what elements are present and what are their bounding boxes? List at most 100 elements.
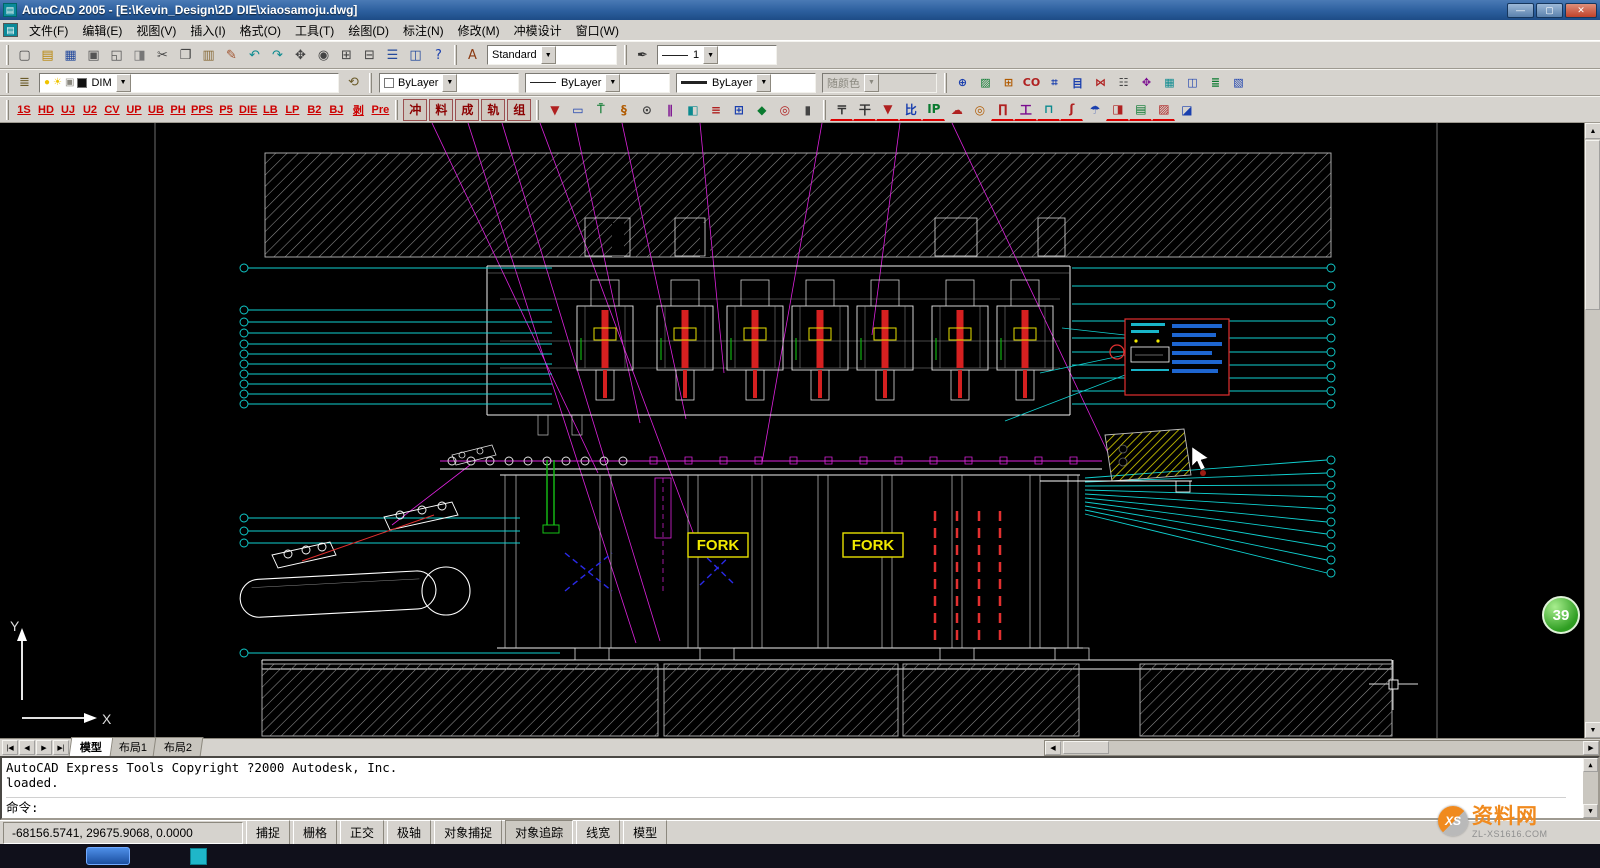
scroll-up-button[interactable]: ▲ — [1583, 758, 1598, 772]
menu-item[interactable]: 文件(F) — [22, 19, 75, 42]
toolbar-grip[interactable] — [6, 100, 9, 120]
die-pilot-icon[interactable]: ◎ — [773, 99, 796, 121]
balloon-icon[interactable]: ◎ — [968, 99, 991, 121]
die-tool-button[interactable]: 剥 — [347, 99, 369, 121]
prev-tab-button[interactable]: ◀ — [19, 740, 35, 755]
conveyor-part[interactable] — [239, 502, 470, 618]
close-button[interactable]: ✕ — [1565, 3, 1597, 18]
die-tool-button[interactable]: 组 — [507, 99, 531, 121]
save-icon[interactable]: ▦ — [59, 44, 82, 66]
status-toggle[interactable]: 对象捕捉 — [434, 820, 502, 845]
lineweight-combo[interactable]: 1 ▼ — [657, 45, 777, 65]
hatch-view-icon[interactable]: ▨ — [1152, 99, 1175, 121]
die-pin-icon[interactable]: ⍑ — [589, 99, 612, 121]
floating-badge[interactable]: 39 — [1542, 596, 1580, 634]
lifter-icon[interactable]: ⊓ — [1037, 99, 1060, 121]
status-toggle[interactable]: 模型 — [623, 820, 667, 845]
die-stop-icon[interactable]: ▮ — [796, 99, 819, 121]
toolbar-grip[interactable] — [536, 100, 539, 120]
layout-tab[interactable]: 布局1 — [108, 737, 159, 756]
toolbar-grip[interactable] — [944, 73, 947, 93]
layer-on-bulb-icon[interactable]: ● — [44, 77, 50, 88]
ip-tool-icon[interactable]: IP — [922, 99, 945, 121]
status-toggle[interactable]: 正交 — [340, 820, 384, 845]
zoom-previous-icon[interactable]: ⊟ — [358, 44, 381, 66]
menu-item[interactable]: 插入(I) — [183, 19, 232, 42]
spring-pin-icon[interactable]: ʃ — [1060, 99, 1083, 121]
chevron-down-icon[interactable]: ▼ — [541, 46, 556, 64]
layer-thaw-sun-icon[interactable]: ☀ — [53, 77, 62, 88]
chevron-down-icon[interactable]: ▼ — [756, 74, 771, 92]
die-tool-button[interactable]: 1S — [13, 99, 35, 121]
chevron-down-icon[interactable]: ▼ — [605, 74, 620, 92]
array-tool-icon[interactable]: ☷ — [1112, 72, 1135, 94]
scroll-right-button[interactable]: ▶ — [1583, 741, 1599, 755]
die-tool-button[interactable]: UJ — [57, 99, 79, 121]
die-part-icon[interactable]: ◆ — [750, 99, 773, 121]
shed-icon[interactable]: ☂ — [1083, 99, 1106, 121]
menu-item[interactable]: 标注(N) — [396, 19, 451, 42]
menu-item[interactable]: 工具(T) — [288, 19, 341, 42]
menu-item[interactable]: 修改(M) — [451, 19, 507, 42]
die-tool-button[interactable]: LP — [281, 99, 303, 121]
make-block-icon[interactable]: ⊕ — [951, 72, 974, 94]
die-punch-icon[interactable]: ▼ — [543, 99, 566, 121]
drawing-area[interactable]: FORK FORK — [0, 123, 1600, 738]
die-tool-button[interactable]: PPS — [189, 99, 215, 121]
toolbar-grip[interactable] — [823, 100, 826, 120]
chevron-down-icon[interactable]: ▼ — [116, 74, 131, 92]
die-tool-button[interactable]: DIE — [237, 99, 259, 121]
status-toggle[interactable]: 极轴 — [387, 820, 431, 845]
section-view-icon[interactable]: ◪ — [1175, 99, 1198, 121]
text-tool-icon[interactable]: 目 — [1066, 72, 1089, 94]
die-insert-icon[interactable]: ◧ — [681, 99, 704, 121]
scroll-down-button[interactable]: ▼ — [1583, 804, 1598, 818]
layer-combo[interactable]: ●☀▣ DIM ▼ — [39, 73, 339, 93]
top-die-hatch[interactable] — [265, 153, 1331, 257]
title-bar[interactable]: ▤ AutoCAD 2005 - [E:\Kevin_Design\2D DIE… — [0, 0, 1600, 20]
menu-item[interactable]: 窗口(W) — [569, 19, 626, 42]
windows-taskbar[interactable] — [0, 844, 1600, 868]
toolbar-grip[interactable] — [6, 73, 9, 93]
balloon-leaders-right[interactable] — [1072, 264, 1335, 577]
markup-tool-icon[interactable]: ▧ — [1227, 72, 1250, 94]
menu-item[interactable]: 冲模设计 — [507, 19, 569, 42]
die-tool-button[interactable]: 成 — [455, 99, 479, 121]
command-window[interactable]: AutoCAD Express Tools Copyright ?2000 Au… — [0, 756, 1600, 820]
layout-tab[interactable]: 布局2 — [153, 737, 204, 756]
die-tool-button[interactable]: UP — [123, 99, 145, 121]
die-layout-icon[interactable]: ⊞ — [727, 99, 750, 121]
cloud-revision-icon[interactable]: ☁ — [945, 99, 968, 121]
last-tab-button[interactable]: ▶| — [53, 740, 69, 755]
maximize-button[interactable]: ▢ — [1536, 3, 1563, 18]
chevron-down-icon[interactable]: ▼ — [703, 46, 718, 64]
next-tab-button[interactable]: ▶ — [36, 740, 52, 755]
status-toggle[interactable]: 线宽 — [576, 820, 620, 845]
die-tool-button[interactable]: BJ — [325, 99, 347, 121]
table-tool-icon[interactable]: ⊞ — [997, 72, 1020, 94]
match-properties-icon[interactable]: ✎ — [220, 44, 243, 66]
status-toggle[interactable]: 对象追踪 — [505, 820, 573, 845]
horizontal-scroll-thumb[interactable] — [1063, 741, 1109, 754]
vertical-scrollbar[interactable]: ▲ ▼ — [1584, 123, 1600, 738]
layer-lock-icon[interactable]: ▣ — [65, 77, 74, 88]
die-tool-button[interactable]: Pre — [369, 99, 391, 121]
bridge-icon[interactable]: ∏ — [991, 99, 1014, 121]
menu-item[interactable]: 格式(O) — [233, 19, 288, 42]
bottom-die-hatch[interactable] — [262, 664, 1392, 736]
fork-label-2[interactable]: FORK — [852, 537, 895, 554]
layout-tab[interactable]: 模型 — [69, 737, 114, 756]
dim-style-icon[interactable]: ⌗ — [1043, 72, 1066, 94]
chevron-down-icon[interactable]: ▼ — [442, 74, 457, 92]
cut-icon[interactable]: ✂ — [151, 44, 174, 66]
linetype-combo[interactable]: ByLayer ▼ — [525, 73, 670, 93]
die-tool-button[interactable]: U2 — [79, 99, 101, 121]
die-spring-icon[interactable]: § — [612, 99, 635, 121]
lower-die-assembly[interactable]: FORK FORK — [262, 460, 1392, 669]
toolbar-grip[interactable] — [395, 100, 398, 120]
die-tool-button[interactable]: 料 — [429, 99, 453, 121]
stripper-icon[interactable]: ▼ — [876, 99, 899, 121]
command-prompt[interactable]: 命令: — [6, 797, 1566, 815]
die-screw-icon[interactable]: ⊙ — [635, 99, 658, 121]
text-style-combo[interactable]: Standard ▼ — [487, 45, 617, 65]
